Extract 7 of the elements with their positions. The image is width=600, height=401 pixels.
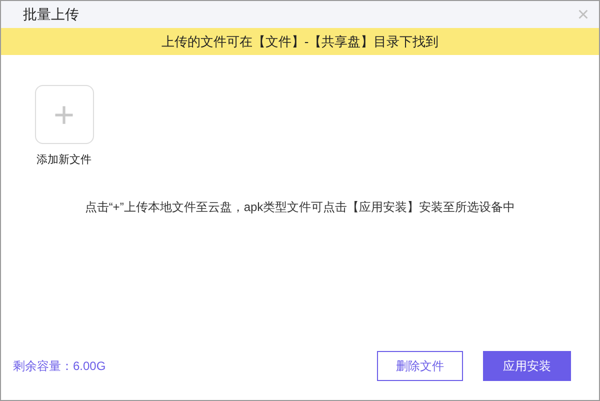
window-title: 批量上传	[23, 5, 79, 24]
delete-files-button[interactable]: 删除文件	[377, 351, 463, 381]
notice-text: 上传的文件可在【文件】-【共享盘】目录下找到	[161, 32, 439, 51]
add-file-label: 添加新文件	[36, 152, 92, 168]
upload-hint: 点击“+”上传本地文件至云盘，apk类型文件可点击【应用安装】安装至所选设备中	[84, 198, 516, 216]
remaining-capacity: 剩余容量：6.00G	[13, 358, 106, 375]
install-app-button[interactable]: 应用安装	[483, 351, 571, 381]
